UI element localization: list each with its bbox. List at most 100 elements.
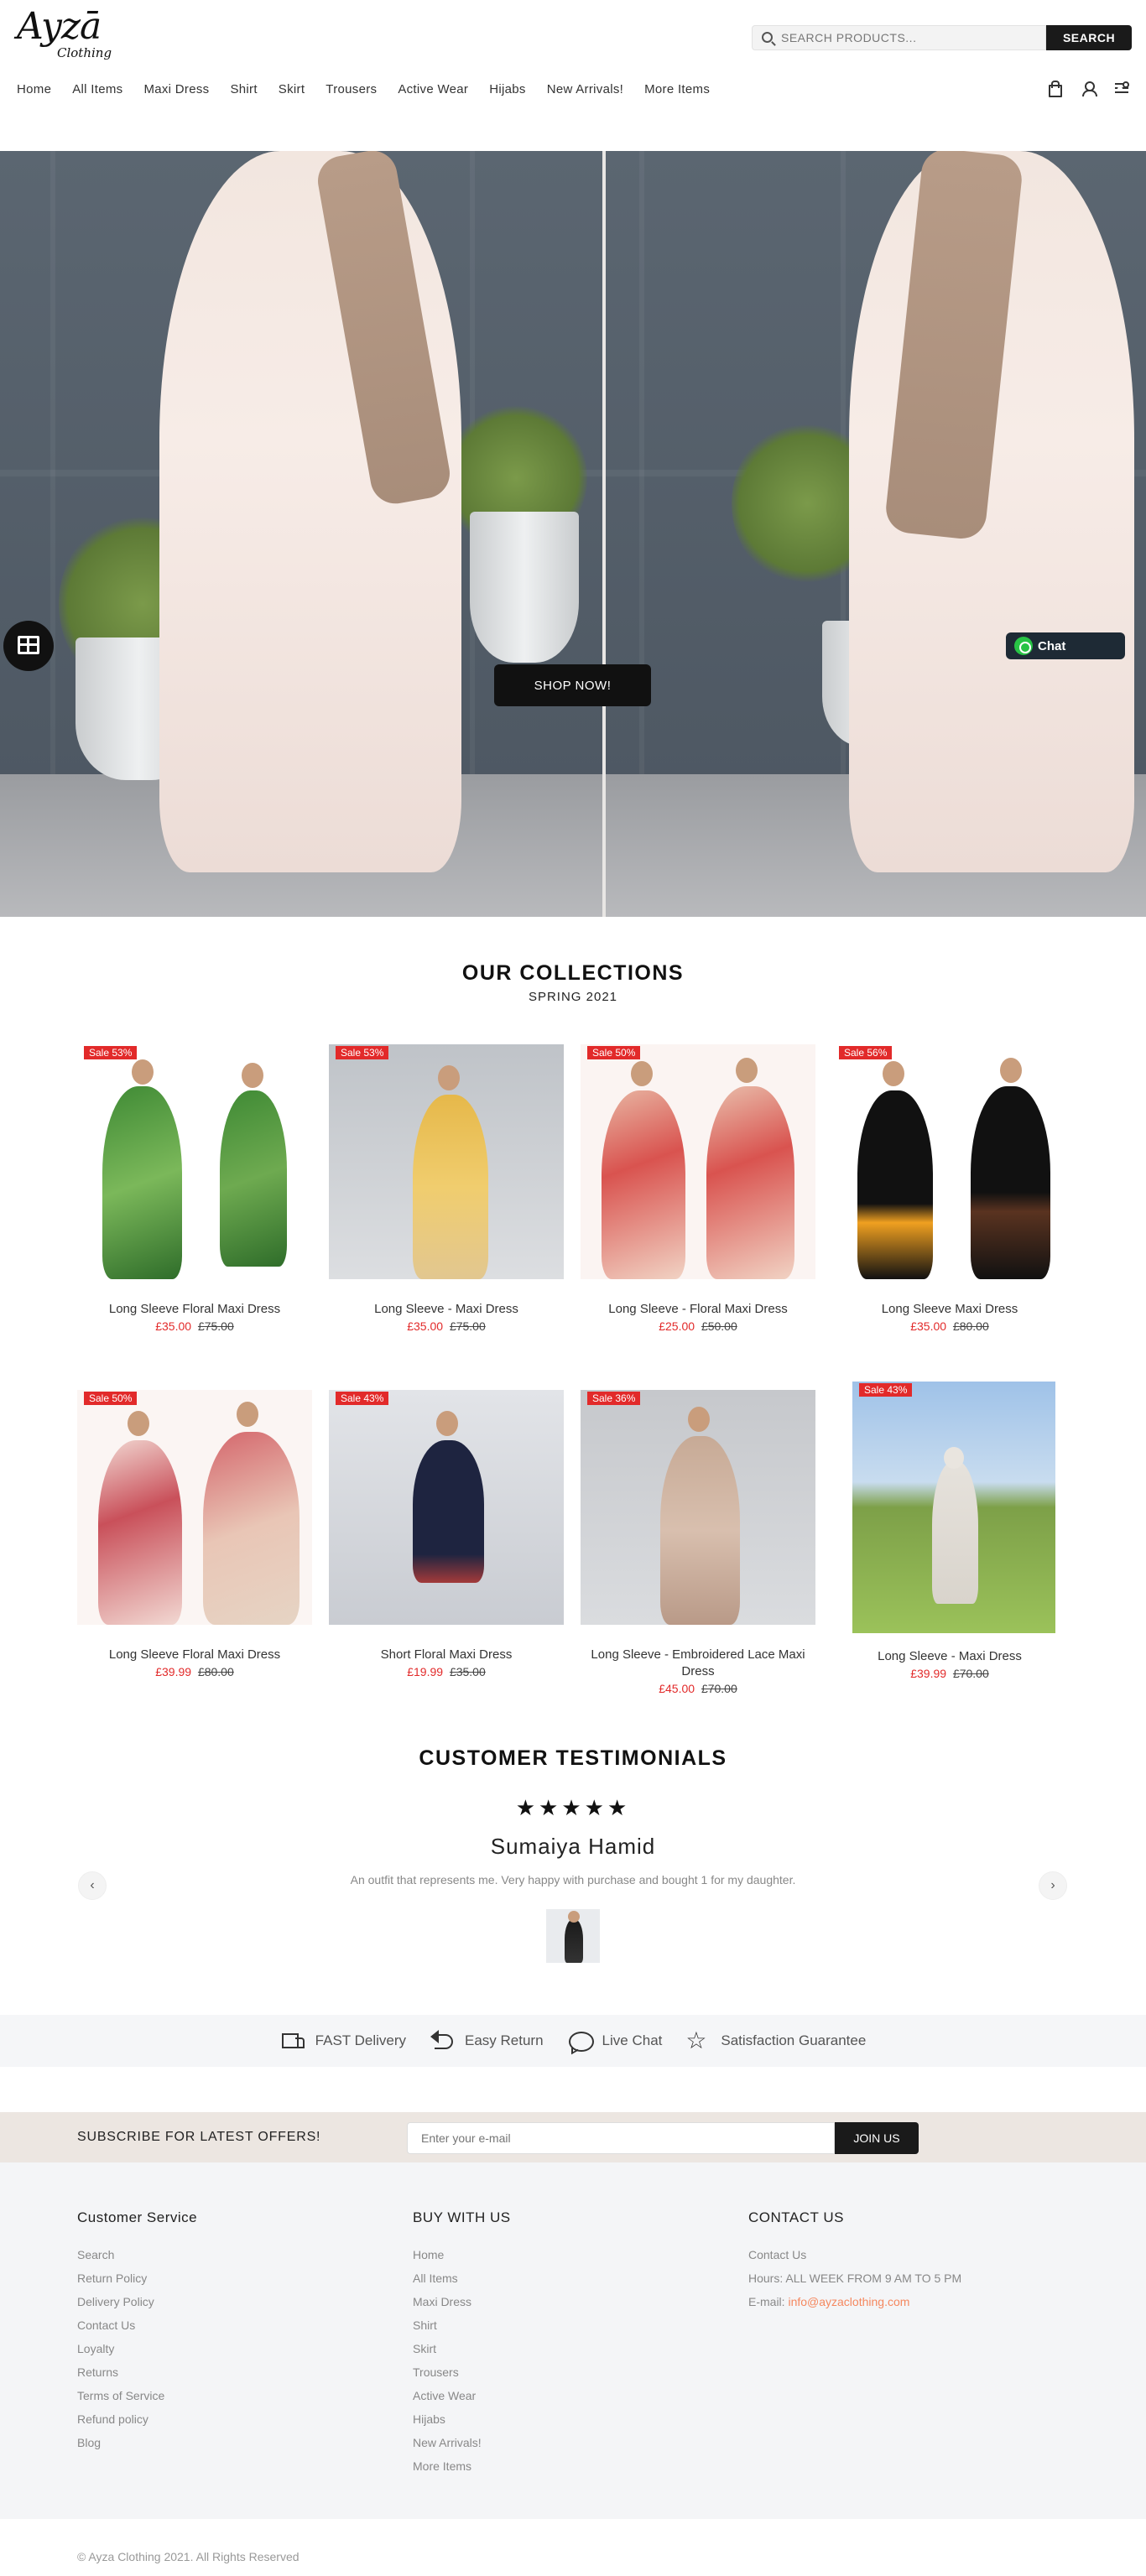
search-button[interactable]: SEARCH xyxy=(1046,25,1132,50)
nav-new-arrivals[interactable]: New Arrivals! xyxy=(547,82,623,96)
user-icon[interactable] xyxy=(1081,81,1097,96)
testimonial-quote: An outfit that represents me. Very happy… xyxy=(350,1873,796,1886)
product-image[interactable]: Sale 53% xyxy=(77,1044,312,1279)
brand-logo[interactable]: Ayzā Clothing xyxy=(17,5,112,62)
footer-link-more-items[interactable]: More Items xyxy=(413,2454,511,2478)
nav-hijabs[interactable]: Hijabs xyxy=(489,82,525,96)
footer-link-home[interactable]: Home xyxy=(413,2243,511,2266)
footer-link-maxi-dress[interactable]: Maxi Dress xyxy=(413,2290,511,2313)
hero-image-left xyxy=(0,151,602,917)
sale-badge: Sale 56% xyxy=(839,1046,893,1059)
product-card[interactable]: Sale 53% Long Sleeve Floral Maxi Dress £… xyxy=(77,1044,312,1333)
truck-icon xyxy=(280,2028,305,2053)
footer-link-contact-us[interactable]: Contact Us xyxy=(748,2243,961,2266)
footer-link-returns[interactable]: Returns xyxy=(77,2360,197,2384)
footer-link-shirt[interactable]: Shirt xyxy=(413,2313,511,2337)
collections-title: OUR COLLECTIONS xyxy=(461,961,685,985)
product-price: £35.00 £80.00 xyxy=(832,1319,1067,1333)
footer-email: E-mail: info@ayzaclothing.com xyxy=(748,2290,961,2313)
footer-link-delivery-policy[interactable]: Delivery Policy xyxy=(77,2290,197,2313)
product-image[interactable]: Sale 50% xyxy=(581,1044,815,1279)
bag-icon[interactable] xyxy=(1047,81,1062,97)
hero-banner: SHOP NOW! Chat xyxy=(0,151,1146,917)
footer-link-search[interactable]: Search xyxy=(77,2243,197,2266)
newsletter-email-input[interactable] xyxy=(407,2122,835,2154)
nav-all-items[interactable]: All Items xyxy=(72,82,122,96)
footer-link-new-arrivals[interactable]: New Arrivals! xyxy=(413,2431,511,2454)
footer-link-return-policy[interactable]: Return Policy xyxy=(77,2266,197,2290)
collections-subtitle: SPRING 2021 xyxy=(528,990,618,1004)
product-name[interactable]: Long Sleeve Floral Maxi Dress xyxy=(77,1647,312,1663)
testimonials-title: CUSTOMER TESTIMONIALS xyxy=(419,1746,727,1770)
sale-badge: Sale 50% xyxy=(84,1392,138,1405)
product-image[interactable]: Sale 50% xyxy=(77,1390,312,1625)
original-price: £70.00 xyxy=(701,1682,737,1695)
testimonial-prev-button[interactable]: ‹ xyxy=(78,1871,107,1900)
product-name[interactable]: Long Sleeve Maxi Dress xyxy=(832,1301,1067,1318)
product-image[interactable]: Sale 53% xyxy=(329,1044,564,1279)
whatsapp-chat-button[interactable]: Chat xyxy=(1006,632,1125,659)
footer-link-terms[interactable]: Terms of Service xyxy=(77,2384,197,2407)
chevron-right-icon: › xyxy=(1050,1878,1055,1892)
product-name[interactable]: Long Sleeve Floral Maxi Dress xyxy=(77,1301,312,1318)
sale-badge: Sale 43% xyxy=(336,1392,389,1405)
search-input[interactable] xyxy=(752,25,1046,50)
product-name[interactable]: Long Sleeve - Floral Maxi Dress xyxy=(581,1301,815,1318)
product-card[interactable]: Sale 43% Short Floral Maxi Dress £19.99 … xyxy=(329,1390,564,1678)
product-price: £39.99 £70.00 xyxy=(832,1667,1067,1680)
product-image[interactable]: Sale 43% xyxy=(329,1390,564,1625)
product-card[interactable]: Sale 50% Long Sleeve Floral Maxi Dress £… xyxy=(77,1390,312,1678)
nav-home[interactable]: Home xyxy=(17,82,51,96)
product-card[interactable]: Sale 50% Long Sleeve - Floral Maxi Dress… xyxy=(581,1044,815,1333)
email-link[interactable]: info@ayzaclothing.com xyxy=(788,2295,909,2308)
product-name[interactable]: Long Sleeve - Maxi Dress xyxy=(329,1301,564,1318)
footer-link-loyalty[interactable]: Loyalty xyxy=(77,2337,197,2360)
product-name[interactable]: Long Sleeve - Maxi Dress xyxy=(832,1648,1067,1665)
sale-price: £39.99 xyxy=(910,1667,947,1680)
hours-label: Hours: xyxy=(748,2272,784,2285)
footer-contact: CONTACT US Contact Us Hours: ALL WEEK FR… xyxy=(748,2209,961,2313)
product-card[interactable]: Sale 56% Long Sleeve Maxi Dress £35.00 £… xyxy=(832,1044,1067,1333)
nav-maxi-dress[interactable]: Maxi Dress xyxy=(143,82,209,96)
product-image[interactable]: Sale 56% xyxy=(832,1044,1067,1279)
footer-hours: Hours: ALL WEEK FROM 9 AM TO 5 PM xyxy=(748,2266,961,2290)
testimonial-next-button[interactable]: › xyxy=(1039,1871,1067,1900)
nav-skirt[interactable]: Skirt xyxy=(279,82,305,96)
original-price: £35.00 xyxy=(449,1665,486,1678)
product-image[interactable]: Sale 36% xyxy=(581,1390,815,1625)
product-card[interactable]: Sale 43% Long Sleeve - Maxi Dress £39.99… xyxy=(832,1382,1067,1680)
nav-trousers[interactable]: Trousers xyxy=(326,82,377,96)
footer-link-refund[interactable]: Refund policy xyxy=(77,2407,197,2431)
footer-heading: CONTACT US xyxy=(748,2209,844,2225)
search-icon xyxy=(762,32,773,43)
sale-price: £35.00 xyxy=(407,1319,444,1333)
product-image[interactable]: Sale 43% xyxy=(852,1382,1055,1633)
footer-link-hijabs[interactable]: Hijabs xyxy=(413,2407,511,2431)
product-name[interactable]: Long Sleeve - Embroidered Lace Maxi Dres… xyxy=(581,1647,815,1680)
product-card[interactable]: Sale 53% Long Sleeve - Maxi Dress £35.00… xyxy=(329,1044,564,1333)
footer-link-active-wear[interactable]: Active Wear xyxy=(413,2384,511,2407)
nav-more-items[interactable]: More Items xyxy=(644,82,710,96)
product-price: £25.00 £50.00 xyxy=(581,1319,815,1333)
footer-link-trousers[interactable]: Trousers xyxy=(413,2360,511,2384)
original-price: £80.00 xyxy=(197,1665,234,1678)
sale-price: £35.00 xyxy=(910,1319,947,1333)
rating-stars: ★★★★★ xyxy=(515,1795,631,1820)
feature-easy-return: Easy Return xyxy=(430,2028,544,2053)
nav-active-wear[interactable]: Active Wear xyxy=(398,82,468,96)
original-price: £80.00 xyxy=(952,1319,989,1333)
footer-link-blog[interactable]: Blog xyxy=(77,2431,197,2454)
join-us-button[interactable]: JOIN US xyxy=(835,2122,919,2154)
footer-link-contact[interactable]: Contact Us xyxy=(77,2313,197,2337)
product-name[interactable]: Short Floral Maxi Dress xyxy=(329,1647,564,1663)
nav-shirt[interactable]: Shirt xyxy=(230,82,257,96)
filter-icon[interactable] xyxy=(1114,81,1129,96)
logo-subtitle: Clothing xyxy=(57,45,112,60)
testimonial-photo[interactable] xyxy=(546,1909,600,1963)
logo-wordmark: Ayzā xyxy=(17,5,102,48)
footer-link-skirt[interactable]: Skirt xyxy=(413,2337,511,2360)
gift-button[interactable] xyxy=(3,621,54,671)
shop-now-button[interactable]: SHOP NOW! xyxy=(494,664,651,706)
footer-link-all-items[interactable]: All Items xyxy=(413,2266,511,2290)
product-card[interactable]: Sale 36% Long Sleeve - Embroidered Lace … xyxy=(581,1390,815,1695)
